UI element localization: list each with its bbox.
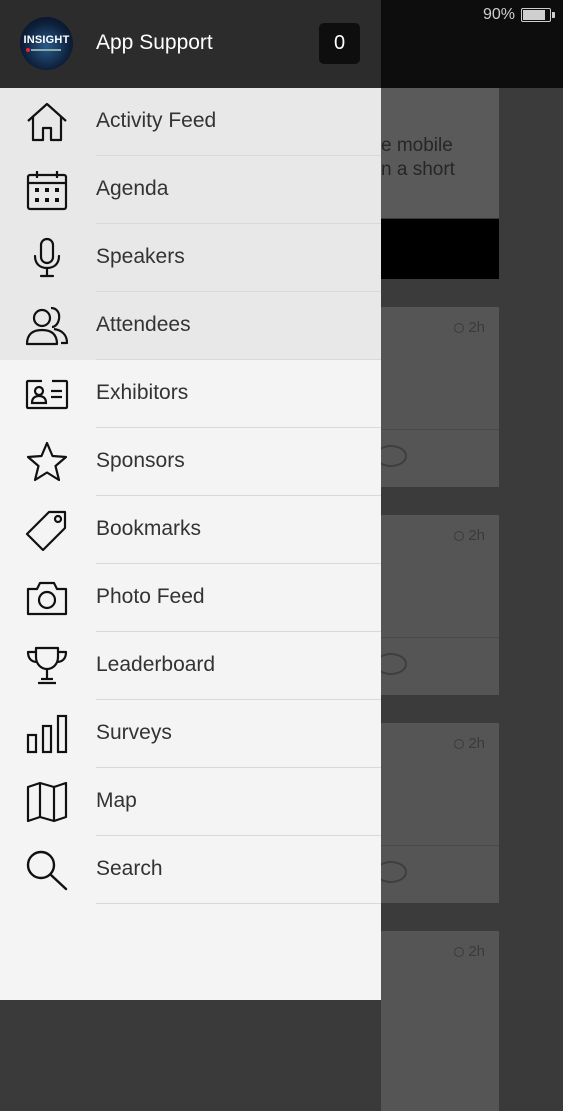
status-bar: 90% [482, 6, 555, 24]
logo-dot [26, 48, 30, 52]
post-time: 2h [454, 319, 485, 336]
trophy-icon [24, 645, 70, 687]
menu-item-activity-feed[interactable]: Activity Feed [0, 88, 381, 156]
search-icon [24, 849, 70, 891]
star-icon [24, 441, 70, 483]
drawer-header: INSIGHT App Support 0 [0, 0, 381, 88]
home-icon [24, 101, 70, 143]
post-time: 2h [454, 943, 485, 960]
menu-item-label: Exhibitors [96, 381, 189, 404]
post-time: 2h [454, 735, 485, 752]
background-post: 2h [375, 723, 499, 903]
background-post: 2h [381, 931, 499, 1111]
menu-item-label: Activity Feed [96, 109, 217, 132]
clock-icon [454, 738, 465, 749]
notification-badge[interactable]: 0 [319, 23, 360, 64]
menu-item-map[interactable]: Map [0, 768, 381, 836]
id-card-icon [24, 373, 70, 415]
post-time-label: 2h [468, 943, 485, 960]
background-card-text-line: e mobile [381, 135, 453, 156]
menu-item-photo-feed[interactable]: Photo Feed [0, 564, 381, 632]
map-icon [24, 781, 70, 823]
menu-item-leaderboard[interactable]: Leaderboard [0, 632, 381, 700]
menu-item-surveys[interactable]: Surveys [0, 700, 381, 768]
menu-item-label: Agenda [96, 177, 169, 200]
background-post: 2h [375, 515, 499, 695]
menu-item-sponsors[interactable]: Sponsors [0, 428, 381, 496]
post-time: 2h [454, 527, 485, 544]
menu-item-label: Map [96, 789, 137, 812]
people-icon [24, 305, 70, 347]
menu-item-search[interactable]: Search [0, 836, 381, 904]
menu-item-attendees[interactable]: Attendees [0, 292, 381, 360]
background-banner [381, 219, 499, 279]
app-support-title[interactable]: App Support [96, 31, 213, 55]
post-time-label: 2h [468, 527, 485, 544]
menu-item-label: Attendees [96, 313, 191, 336]
battery-icon [521, 8, 555, 22]
battery-percent: 90% [482, 6, 515, 23]
post-time-label: 2h [468, 319, 485, 336]
navigation-drawer: INSIGHT App Support 0 Activity Feed Agen… [0, 0, 381, 1000]
menu-item-exhibitors[interactable]: Exhibitors [0, 360, 381, 428]
camera-icon [24, 577, 70, 619]
post-divider [381, 845, 499, 846]
menu-item-bookmarks[interactable]: Bookmarks [0, 496, 381, 564]
background-card-text-line: n a short [381, 159, 455, 180]
post-time-label: 2h [468, 735, 485, 752]
menu-item-agenda[interactable]: Agenda [0, 156, 381, 224]
clock-icon [454, 322, 465, 333]
menu-item-label: Sponsors [96, 449, 185, 472]
menu-item-label: Bookmarks [96, 517, 202, 540]
microphone-icon [24, 237, 70, 279]
menu-item-speakers[interactable]: Speakers [0, 224, 381, 292]
menu-item-label: Speakers [96, 245, 185, 268]
menu-item-label: Leaderboard [96, 653, 216, 676]
drawer-menu: Activity Feed Agenda Speakers Attendees … [0, 88, 381, 904]
tag-icon [24, 509, 70, 551]
app-logo[interactable]: INSIGHT [20, 17, 73, 70]
menu-item-label: Search [96, 857, 163, 880]
logo-subline [31, 49, 61, 51]
background-post: 2h [375, 307, 499, 487]
post-divider [381, 637, 499, 638]
background-card-text: e mobile n a short [381, 134, 499, 182]
calendar-icon [24, 169, 70, 211]
clock-icon [454, 946, 465, 957]
bar-chart-icon [24, 713, 70, 755]
clock-icon [454, 530, 465, 541]
menu-item-label: Photo Feed [96, 585, 205, 608]
post-divider [381, 429, 499, 430]
menu-item-label: Surveys [96, 721, 172, 744]
logo-text: INSIGHT [23, 34, 70, 46]
